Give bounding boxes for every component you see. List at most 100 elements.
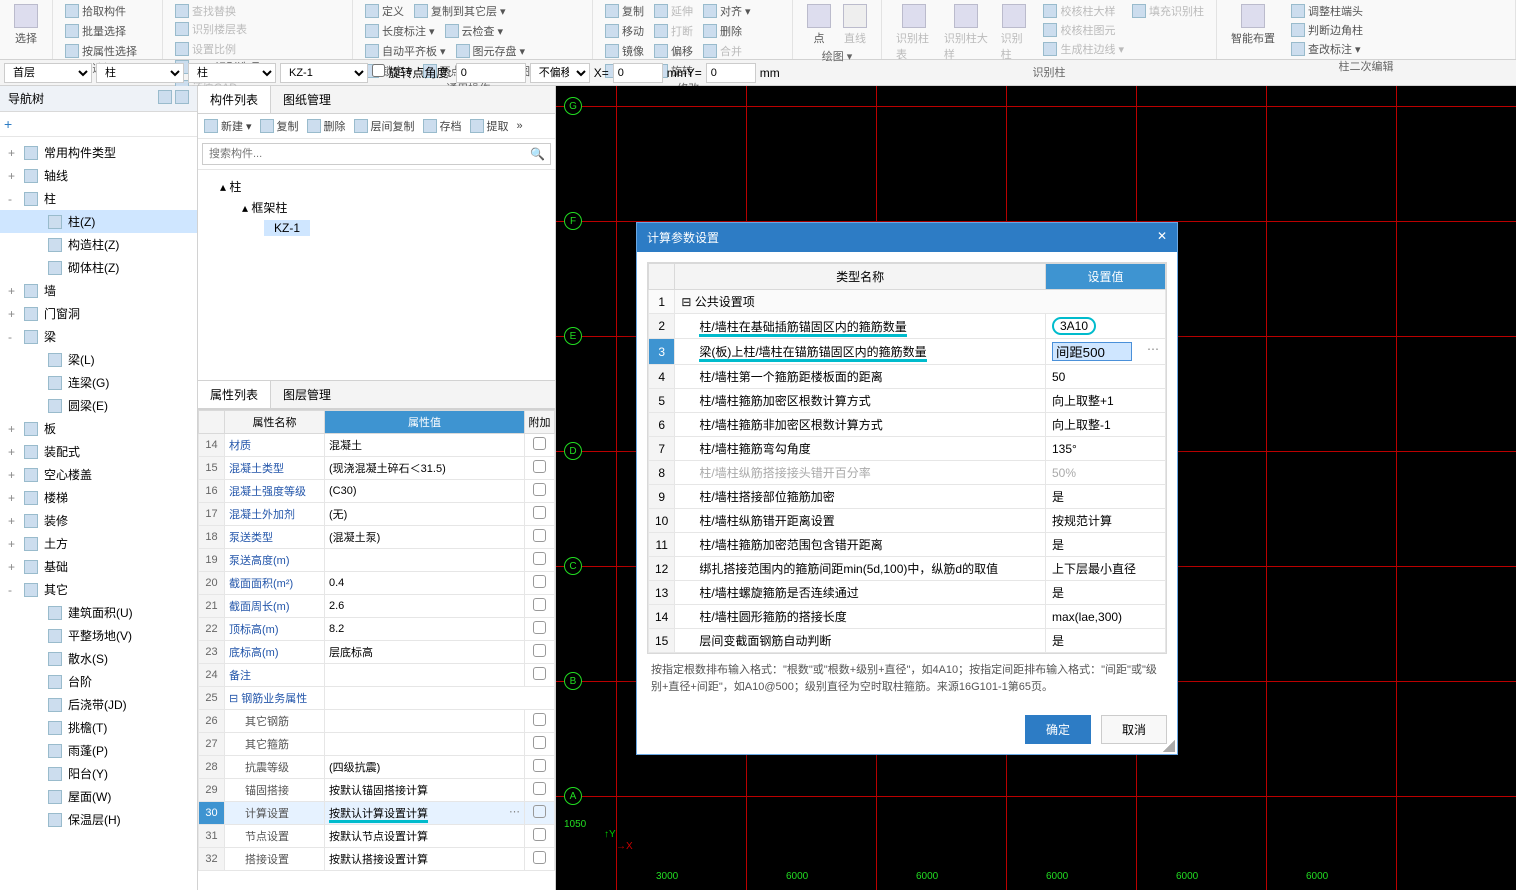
resize-grip[interactable] xyxy=(1163,740,1175,752)
prop-checkbox[interactable] xyxy=(533,736,546,749)
property-row[interactable]: 28抗震等级(四级抗震) xyxy=(199,756,555,779)
x-input[interactable] xyxy=(613,63,663,83)
auto-align-slab[interactable]: 自动平齐板 ▾ xyxy=(361,42,450,60)
select-by-prop[interactable]: 按属性选择 xyxy=(61,42,154,60)
nav-item[interactable]: 建筑面积(U) xyxy=(0,601,197,624)
batch-select[interactable]: 批量选择 xyxy=(61,22,154,40)
prop-checkbox[interactable] xyxy=(533,529,546,542)
select-button[interactable]: 选择 xyxy=(8,2,44,48)
define[interactable]: 定义 xyxy=(361,2,408,20)
pick-component[interactable]: 拾取构件 xyxy=(61,2,154,20)
tree-node-frame-column[interactable]: ▴ 框架柱 xyxy=(208,197,545,218)
property-row[interactable]: 21截面周长(m)2.6 xyxy=(199,595,555,618)
copy-to-layer[interactable]: 复制到其它层 ▾ xyxy=(410,2,510,20)
prop-checkbox[interactable] xyxy=(533,460,546,473)
prop-checkbox[interactable] xyxy=(533,598,546,611)
property-row[interactable]: 15混凝土类型(现浇混凝土碎石＜31.5) xyxy=(199,457,555,480)
nav-item[interactable]: +楼梯 xyxy=(0,486,197,509)
mirror[interactable]: 镜像 xyxy=(601,42,648,60)
prop-checkbox[interactable] xyxy=(533,805,546,818)
view-list-icon[interactable] xyxy=(158,90,172,104)
delete[interactable]: 删除 xyxy=(699,22,746,40)
nav-item[interactable]: 屋面(W) xyxy=(0,785,197,808)
smart-layout[interactable]: 智能布置 xyxy=(1225,2,1281,58)
property-row[interactable]: 18泵送类型(混凝土泵) xyxy=(199,526,555,549)
nav-item[interactable]: +土方 xyxy=(0,532,197,555)
element-save[interactable]: 图元存盘 ▾ xyxy=(452,42,530,60)
nav-item[interactable]: 保温层(H) xyxy=(0,808,197,831)
prop-checkbox[interactable] xyxy=(533,483,546,496)
property-row[interactable]: 17混凝土外加剂(无) xyxy=(199,503,555,526)
dialog-value-input[interactable] xyxy=(1052,342,1132,361)
search-input[interactable] xyxy=(202,143,551,165)
nav-item[interactable]: -其它 xyxy=(0,578,197,601)
extract-button[interactable]: 提取 xyxy=(470,118,509,134)
tab-drawing-mgmt[interactable]: 图纸管理 xyxy=(271,86,343,113)
dialog-row[interactable]: 8柱/墙柱纵筋搭接接头错开百分率50% xyxy=(649,461,1166,485)
dialog-row[interactable]: 9柱/墙柱搭接部位箍筋加密是 xyxy=(649,485,1166,509)
nav-item[interactable]: 圆梁(E) xyxy=(0,394,197,417)
prop-checkbox[interactable] xyxy=(533,851,546,864)
tab-property-list[interactable]: 属性列表 xyxy=(198,381,271,408)
dialog-row[interactable]: 6柱/墙柱箍筋非加密区根数计算方式向上取整-1 xyxy=(649,413,1166,437)
nav-item[interactable]: +墙 xyxy=(0,279,197,302)
nav-item[interactable]: +基础 xyxy=(0,555,197,578)
view-grid-icon[interactable] xyxy=(175,90,189,104)
ok-button[interactable]: 确定 xyxy=(1025,715,1091,744)
move[interactable]: 移动 xyxy=(601,22,648,40)
dialog-row[interactable]: 14柱/墙柱圆形箍筋的搭接长度max(lae,300) xyxy=(649,605,1166,629)
dialog-row[interactable]: 10柱/墙柱纵筋错开距离设置按规范计算 xyxy=(649,509,1166,533)
nav-item[interactable]: 散水(S) xyxy=(0,647,197,670)
nav-item[interactable]: +轴线 xyxy=(0,164,197,187)
tab-layer-mgmt[interactable]: 图层管理 xyxy=(271,381,343,408)
prop-checkbox[interactable] xyxy=(533,667,546,680)
prop-checkbox[interactable] xyxy=(533,575,546,588)
component-select[interactable]: KZ-1 xyxy=(280,63,368,83)
property-row[interactable]: 32搭接设置按默认搭接设置计算 xyxy=(199,848,555,871)
property-row[interactable]: 23底标高(m)层底标高 xyxy=(199,641,555,664)
copy[interactable]: 复制 xyxy=(601,2,648,20)
rotation-checkbox[interactable] xyxy=(372,64,385,77)
more-icon[interactable]: » xyxy=(517,118,523,134)
offset[interactable]: 偏移 xyxy=(650,42,697,60)
property-row[interactable]: 19泵送高度(m) xyxy=(199,549,555,572)
nav-item[interactable]: -柱 xyxy=(0,187,197,210)
align[interactable]: 对齐 ▾ xyxy=(699,2,755,20)
property-row[interactable]: 25⊟ 钢筋业务属性 xyxy=(199,687,555,710)
dialog-row[interactable]: 13柱/墙柱螺旋箍筋是否连续通过是 xyxy=(649,581,1166,605)
edit-annotation[interactable]: 查改标注 ▾ xyxy=(1287,40,1367,58)
nav-item[interactable]: 柱(Z) xyxy=(0,210,197,233)
dialog-row[interactable]: 4柱/墙柱第一个箍筋距楼板面的距离50 xyxy=(649,365,1166,389)
offset-select[interactable]: 不偏移 xyxy=(530,63,590,83)
nav-item[interactable]: 后浇带(JD) xyxy=(0,693,197,716)
nav-item[interactable]: +空心楼盖 xyxy=(0,463,197,486)
nav-item[interactable]: +常用构件类型 xyxy=(0,141,197,164)
draw-point[interactable]: 点 xyxy=(801,2,837,48)
nav-item[interactable]: +门窗洞 xyxy=(0,302,197,325)
judge-corner-col[interactable]: 判断边角柱 xyxy=(1287,21,1367,39)
prop-checkbox[interactable] xyxy=(533,552,546,565)
property-row[interactable]: 26其它钢筋 xyxy=(199,710,555,733)
delete-button[interactable]: 删除 xyxy=(307,118,346,134)
prop-checkbox[interactable] xyxy=(533,621,546,634)
y-input[interactable] xyxy=(706,63,756,83)
dialog-row[interactable]: 2柱/墙柱在基础插筋锚固区内的箍筋数量3A10 xyxy=(649,314,1166,339)
archive-button[interactable]: 存档 xyxy=(423,118,462,134)
property-row[interactable]: 24备注 xyxy=(199,664,555,687)
search-icon[interactable]: 🔍 xyxy=(530,147,545,161)
prop-checkbox[interactable] xyxy=(533,759,546,772)
new-button[interactable]: 新建 ▾ xyxy=(204,118,252,134)
tree-node-kz1[interactable]: KZ-1 xyxy=(264,220,310,236)
dialog-row[interactable]: 3梁(板)上柱/墙柱在锚筋锚固区内的箍筋数量 ⋯ xyxy=(649,339,1166,365)
prop-checkbox[interactable] xyxy=(533,713,546,726)
rotation-input[interactable] xyxy=(456,63,526,83)
property-row[interactable]: 14材质混凝土 xyxy=(199,434,555,457)
nav-item[interactable]: 雨蓬(P) xyxy=(0,739,197,762)
close-icon[interactable]: ✕ xyxy=(1157,229,1167,246)
nav-item[interactable]: 构造柱(Z) xyxy=(0,233,197,256)
nav-item[interactable]: +装修 xyxy=(0,509,197,532)
property-row[interactable]: 27其它箍筋 xyxy=(199,733,555,756)
nav-item[interactable]: +装配式 xyxy=(0,440,197,463)
property-row[interactable]: 31节点设置按默认节点设置计算 xyxy=(199,825,555,848)
property-row[interactable]: 16混凝土强度等级(C30) xyxy=(199,480,555,503)
